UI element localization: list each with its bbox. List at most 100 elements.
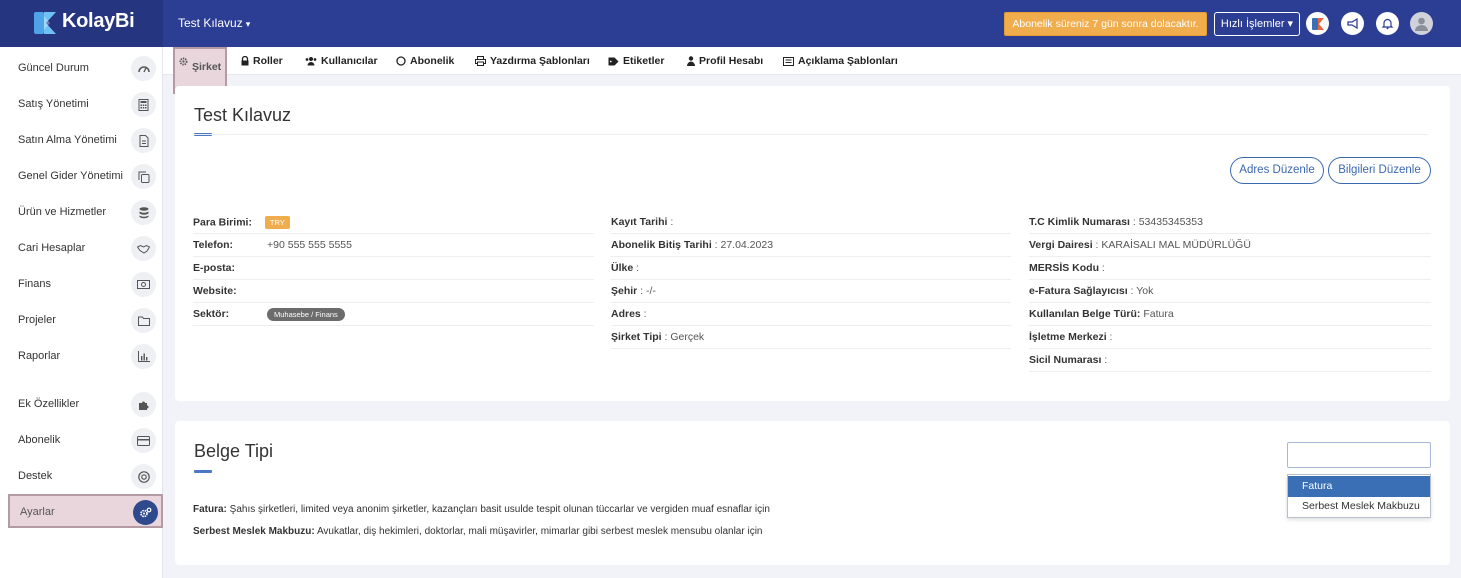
field-value: Fatura [1140,308,1174,320]
field-value: : -/- [637,285,656,297]
field-value: : 27.04.2023 [711,239,774,251]
app-logo-text: KolayBi [62,10,135,32]
sidebar-item-ek-ozellikler[interactable]: Ek Özellikler [8,388,163,422]
tab-kullanicilar[interactable]: Kullanıcılar [305,47,378,75]
field-label: Para Birimi: [193,216,252,229]
sidebar-item-abonelik[interactable]: Abonelik [8,424,163,458]
tab-label: Etiketler [623,55,665,67]
sidebar-item-cari-hesaplar[interactable]: Cari Hesaplar [8,232,163,266]
edit-address-button[interactable]: Adres Düzenle [1230,157,1324,184]
address-row: Adres : [611,303,1011,326]
tc-id-row: T.C Kimlik Numarası : 53435345353 [1029,211,1431,234]
field-label: E-posta: [193,262,235,274]
sidebar-item-genel-gider-yonetimi[interactable]: Genel Gider Yönetimi [8,160,163,194]
sector-badge: Muhasebe / Finans [267,308,345,321]
lifebuoy-icon [131,464,156,489]
bar-chart-icon [131,344,156,369]
document-type-select[interactable] [1287,442,1431,468]
sector-row: Sektör: Muhasebe / Finans [193,303,594,326]
megaphone-icon[interactable] [1341,12,1364,35]
sidebar-item-label: Ek Özellikler [18,398,80,410]
gear-icon [179,57,188,66]
tab-yazdirma-sablonlari[interactable]: Yazdırma Şablonları [475,47,590,75]
sidebar-item-label: Abonelik [18,434,61,446]
quick-actions-label: Hızlı İşlemler [1220,18,1285,30]
edit-info-button[interactable]: Bilgileri Düzenle [1328,157,1431,184]
sidebar-item-satis-yonetimi[interactable]: Satış Yönetimi [8,88,163,122]
field-label: Sicil Numarası [1029,354,1102,366]
user-icon [687,56,695,66]
city-row: Şehir : -/- [611,280,1011,303]
description-text: Şahıs şirketleri, limited veya anonim şi… [226,504,770,515]
field-label: e-Fatura Sağlayıcısı [1029,285,1128,297]
tab-label: Yazdırma Şablonları [490,55,590,67]
field-label: İşletme Merkezi [1029,331,1107,343]
subscription-end-row: Abonelik Bitiş Tarihi : 27.04.2023 [611,234,1011,257]
tab-etiketler[interactable]: Etiketler [608,47,664,75]
apps-icon[interactable] [1306,12,1329,35]
sidebar-item-projeler[interactable]: Projeler [8,304,163,338]
field-value: : [1106,331,1113,343]
freelance-receipt-description: Serbest Meslek Makbuzu: Avukatlar, diş h… [193,526,762,537]
field-value: : [1101,354,1108,366]
option-fatura[interactable]: Fatura [1288,476,1430,497]
sidebar-item-ayarlar[interactable]: Ayarlar [8,494,163,528]
sidebar: Güncel Durum Satış Yönetimi Satın Alma Y… [0,47,163,578]
registration-date-row: Kayıt Tarihi : [611,211,1011,234]
company-switcher[interactable]: Test Kılavuz ▾ [178,16,250,30]
field-label: T.C Kimlik Numarası [1029,216,1130,228]
field-label: MERSİS Kodu [1029,262,1099,274]
document-type-row: Kullanılan Belge Türü: Fatura [1029,303,1431,326]
credit-card-icon [131,428,156,453]
subscription-notice-button[interactable]: Abonelik süreniz 7 gün sonra dolacaktır. [1004,12,1207,36]
caret-down-icon: ▾ [245,19,251,29]
company-name: Test Kılavuz [178,16,243,30]
database-icon [131,200,156,225]
field-label: Kullanılan Belge Türü: [1029,308,1141,320]
top-navbar: KolayBi Test Kılavuz ▾ Abonelik süreniz 7… [0,0,1461,47]
description-text: Avukatlar, diş hekimleri, doktorlar, mal… [314,526,763,537]
title-underline [194,470,212,473]
registry-number-row: Sicil Numarası : [1029,349,1431,372]
logo-area[interactable]: KolayBi [0,0,163,47]
description-key: Fatura: [193,504,227,515]
sidebar-item-label: Güncel Durum [18,62,89,74]
sidebar-item-urun-ve-hizmetler[interactable]: Ürün ve Hizmetler [8,196,163,230]
folder-icon [131,308,156,333]
sidebar-item-guncel-durum[interactable]: Güncel Durum [8,52,163,86]
sidebar-item-label: Destek [18,470,53,482]
field-value: : [667,216,674,228]
tax-office-row: Vergi Dairesi : KARAİSALI MAL MÜDÜRLÜĞÜ [1029,234,1431,257]
puzzle-icon [131,392,156,417]
sidebar-item-label: Ürün ve Hizmetler [18,206,107,218]
option-serbest-meslek-makbuzu[interactable]: Serbest Meslek Makbuzu [1288,496,1430,517]
kolaybi-logo-icon [34,12,56,34]
list-icon [783,56,794,66]
business-center-row: İşletme Merkezi : [1029,326,1431,349]
field-label: Abonelik Bitiş Tarihi [611,239,712,251]
quick-actions-dropdown[interactable]: Hızlı İşlemler ▾ [1214,12,1300,36]
sidebar-item-label: Satış Yönetimi [18,98,89,110]
circle-icon [396,56,406,66]
phone-row: Telefon: +90 555 555 5555 [193,234,594,257]
bell-icon[interactable] [1376,12,1399,35]
tab-abonelik[interactable]: Abonelik [396,47,454,75]
sidebar-item-label: Raporlar [18,350,61,362]
avatar[interactable] [1410,12,1433,35]
calculator-icon [131,92,156,117]
printer-icon [475,56,486,66]
website-row: Website: [193,280,594,303]
sidebar-item-destek[interactable]: Destek [8,460,163,494]
money-icon [131,272,156,297]
sidebar-item-raporlar[interactable]: Raporlar [8,340,163,374]
tab-label: Kullanıcılar [321,55,378,67]
field-label: Vergi Dairesi [1029,239,1093,251]
tab-profil-hesabi[interactable]: Profil Hesabı [687,47,763,75]
tab-aciklama-sablonlari[interactable]: Açıklama Şablonları [783,47,898,75]
tab-roller[interactable]: Roller [241,47,283,75]
field-value: : [1099,262,1105,274]
sidebar-item-finans[interactable]: Finans [8,268,163,302]
description-key: Serbest Meslek Makbuzu: [193,526,315,537]
sidebar-item-satin-alma-yonetimi[interactable]: Satın Alma Yönetimi [8,124,163,158]
copy-icon [131,164,156,189]
